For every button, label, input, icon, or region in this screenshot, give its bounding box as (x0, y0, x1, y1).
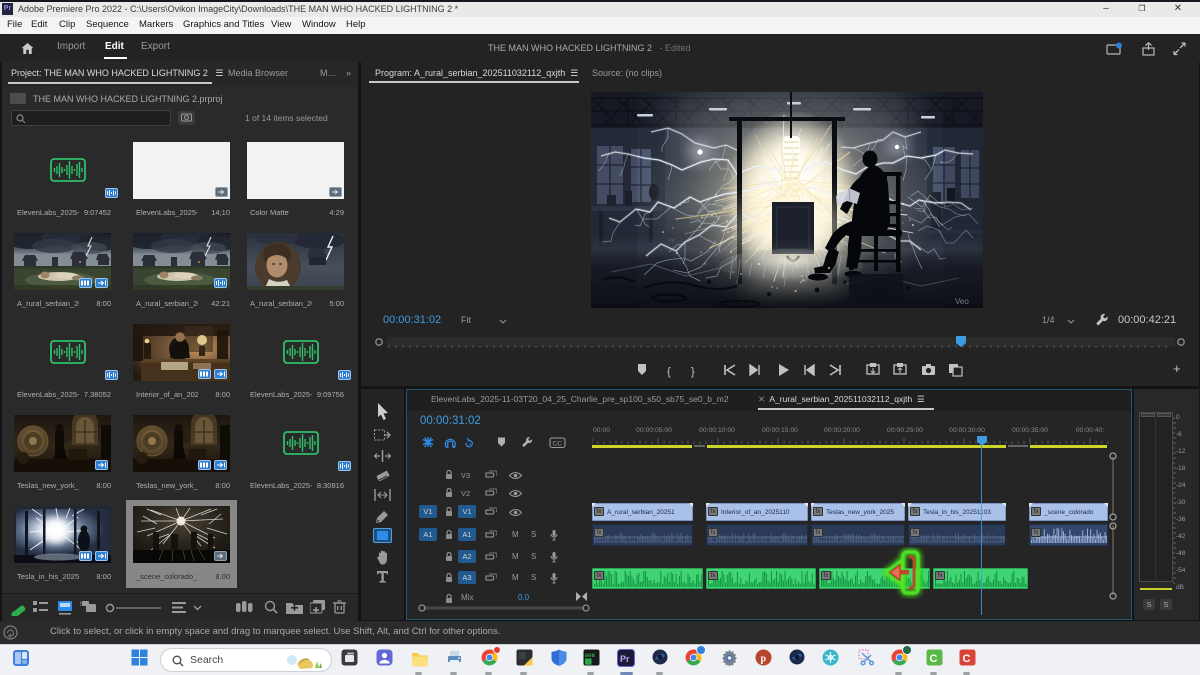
svg-text:fx: fx (80, 602, 85, 608)
svg-text:██: ██ (585, 658, 592, 665)
svg-text:{: { (667, 366, 671, 378)
svg-text:p: p (761, 654, 767, 665)
svg-text:CC: CC (553, 441, 563, 448)
svg-text:C: C (930, 653, 938, 665)
svg-text:C: C (963, 653, 971, 665)
svg-text:}: } (691, 366, 695, 378)
svg-text:Pr: Pr (620, 654, 630, 664)
svg-text:Veo: Veo (955, 297, 969, 306)
